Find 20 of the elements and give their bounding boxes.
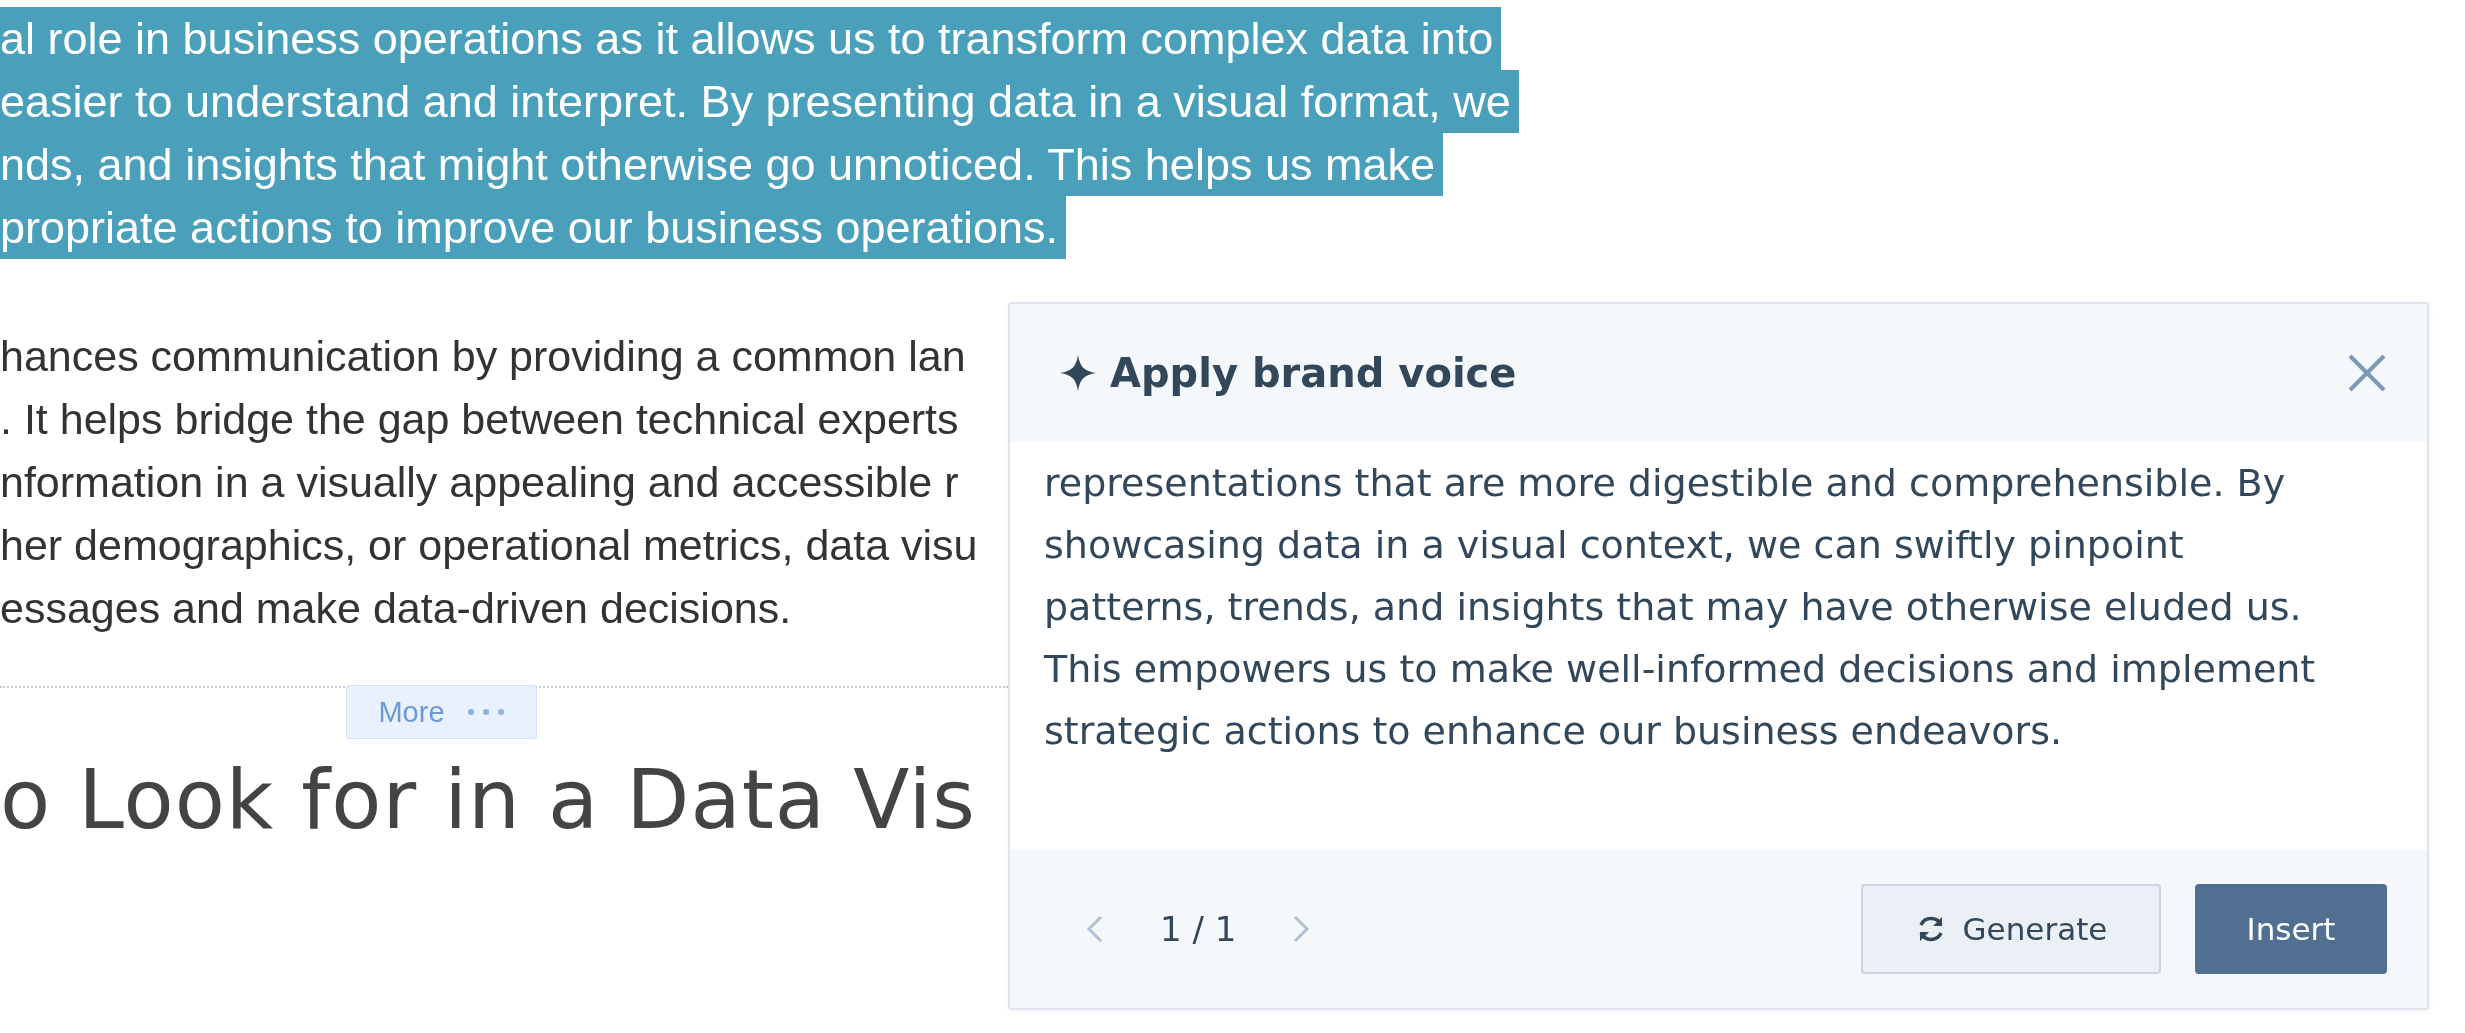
generate-button[interactable]: Generate	[1861, 884, 2161, 974]
paragraph-text: essages and make data-driven decisions.	[0, 583, 793, 634]
selected-text: easier to understand and interpret. By presenting data in a visual format, we	[0, 70, 1519, 133]
insert-button[interactable]: Insert	[2195, 884, 2387, 974]
chevron-left-icon	[1086, 914, 1104, 944]
dialog-title: Apply brand voice	[1110, 350, 1517, 396]
ellipsis-icon	[466, 708, 505, 716]
generated-text: representations that are more digestible and comprehensible. By showcasing data in a visual context, we can swiftly pinpoint patterns, trends, and insights that may have otherwise eluded us. This empowers us to make well-informed decisions and implement strategic actions to enhance our business endeavors.	[1044, 460, 2317, 755]
chevron-right-icon	[1292, 914, 1311, 944]
close-button[interactable]	[2347, 353, 2387, 393]
paragraph-text: nformation in a visually appealing and accessible r	[0, 457, 960, 508]
page-counter: 1 / 1	[1160, 909, 1237, 949]
sparkle-icon	[1060, 355, 1096, 391]
paragraph-text: . It helps bridge the gap between technical experts	[0, 394, 960, 445]
selected-text: al role in business operations as it allows us to transform complex data into	[0, 7, 1502, 70]
selected-text: nds, and insights that might otherwise go unnoticed. This helps us make	[0, 133, 1443, 196]
selected-text: propriate actions to improve our business operations.	[0, 196, 1067, 259]
paragraph-text: her demographics, or operational metrics, data visu	[0, 520, 979, 571]
heading: o Look for in a Data Vis	[0, 752, 977, 847]
paragraph-text: hances communication by providing a common lan	[0, 331, 967, 382]
